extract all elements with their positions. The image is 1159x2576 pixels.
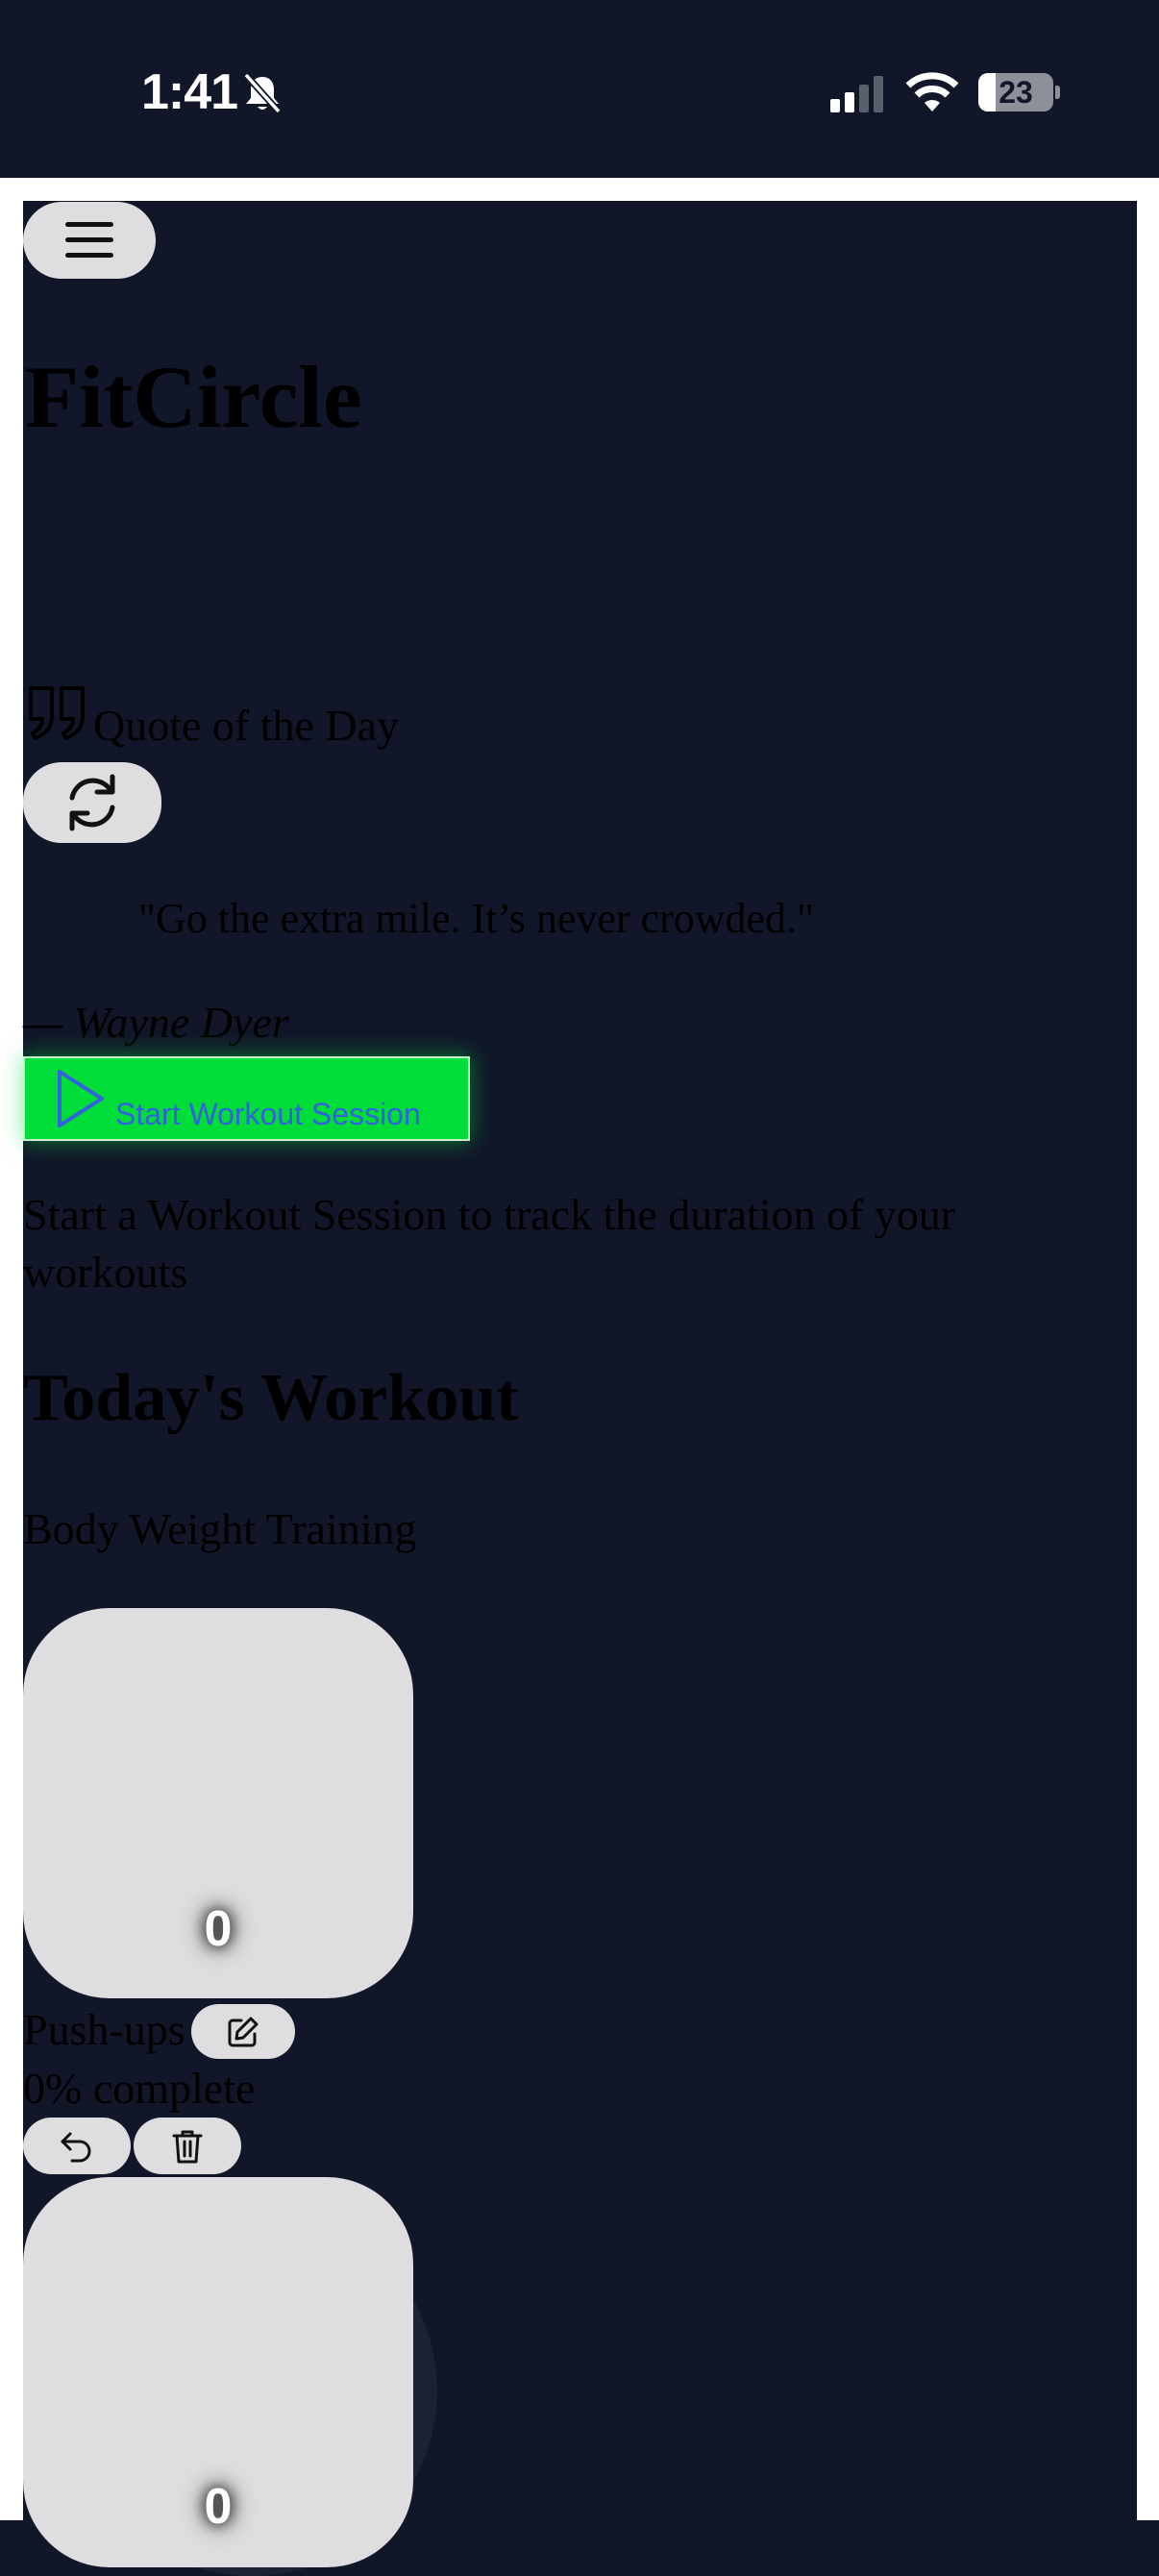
exercise-count: 0: [204, 1901, 233, 1957]
refresh-quote-button[interactable]: [23, 762, 161, 843]
workout-name: Body Weight Training: [23, 1504, 417, 1553]
exercise-counter-card[interactable]: 0: [23, 2177, 413, 2567]
wifi-icon: [905, 72, 959, 111]
edit-icon: [228, 2017, 259, 2046]
battery-percent: 23: [999, 75, 1033, 110]
start-workout-session-label: Start Workout Session: [115, 1097, 421, 1131]
left-edge: [0, 201, 23, 2520]
exercise-counter-card[interactable]: 0: [23, 1608, 413, 1998]
bell-slash-icon: [243, 72, 282, 114]
status-bar: 1:41 23: [0, 0, 1159, 178]
edit-exercise-button[interactable]: [191, 2004, 295, 2059]
right-edge: [1137, 201, 1159, 2520]
undo-button[interactable]: [23, 2118, 131, 2174]
refresh-icon: [69, 774, 115, 831]
top-divider: [0, 178, 1159, 201]
status-time: 1:41: [141, 64, 238, 120]
exercise-count: 0: [204, 2479, 233, 2535]
hamburger-menu-icon: [65, 222, 113, 258]
cellular-signal-icon: [830, 76, 883, 112]
app-title: FitCircle: [25, 348, 362, 446]
start-workout-session-button[interactable]: Start Workout Session: [23, 1056, 470, 1141]
session-hint: Start a Workout Session to track the dur…: [23, 1190, 956, 1297]
exercise-progress: 0% complete: [23, 2064, 256, 2113]
exercise-name: Push-ups: [23, 2005, 185, 2054]
undo-icon: [61, 2132, 91, 2162]
menu-button[interactable]: [23, 202, 156, 279]
battery-icon: 23: [978, 73, 1053, 111]
quote-text: "Go the extra mile. It’s never crowded.": [138, 895, 815, 942]
quote-label: Quote of the Day: [93, 701, 400, 750]
battery-tip: [1055, 86, 1060, 99]
quote-icon: [29, 686, 85, 740]
delete-exercise-button[interactable]: [134, 2118, 241, 2174]
section-title: Today's Workout: [23, 1361, 519, 1435]
trash-icon: [172, 2130, 203, 2163]
play-icon: [58, 1070, 104, 1127]
quote-author: — Wayne Dyer: [23, 998, 289, 1047]
